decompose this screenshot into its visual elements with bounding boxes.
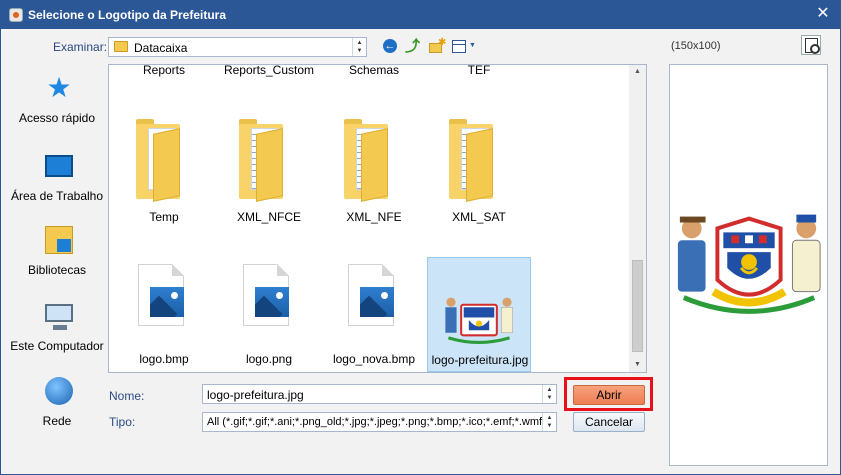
preview-toggle-button[interactable] — [801, 35, 821, 55]
back-button[interactable]: ← — [383, 39, 401, 55]
back-arrow-icon: ← — [383, 39, 397, 53]
combobox-spin-icon[interactable]: ▲ ▼ — [542, 385, 556, 403]
folder-icon — [449, 119, 501, 202]
window-title: Selecione o Logotipo da Prefeitura — [28, 8, 227, 22]
place-quick-access[interactable]: ★ Acesso rápido — [9, 74, 105, 144]
computer-icon — [45, 304, 73, 330]
item-label: XML_SAT — [452, 210, 506, 224]
place-this-computer[interactable]: Este Computador — [9, 302, 105, 372]
folder-item-temp[interactable]: Temp — [112, 119, 216, 229]
combobox-spin-icon[interactable]: ▲ ▼ — [352, 38, 366, 56]
sparkle-icon: ✱ — [438, 37, 447, 48]
item-label: logo.bmp — [139, 352, 189, 366]
open-button[interactable]: Abrir — [573, 385, 645, 405]
item-label: Reports_Custom — [223, 64, 315, 77]
item-label: logo-prefeitura.jpg — [431, 353, 529, 367]
place-desktop[interactable]: Área de Trabalho — [9, 152, 105, 222]
image-file-icon — [348, 264, 394, 326]
open-dialog-window: Selecione o Logotipo da Prefeitura ✕ Exa… — [0, 0, 841, 475]
file-type-label: Tipo: — [109, 415, 136, 429]
folder-icon — [136, 119, 188, 202]
scroll-up-icon[interactable]: ▲ — [629, 65, 646, 79]
item-label: Temp — [149, 210, 179, 224]
folder-icon — [344, 119, 396, 202]
crest-preview-image — [677, 214, 821, 314]
place-label: Acesso rápido — [18, 111, 96, 125]
file-list-scrollbar[interactable]: ▲ ▼ — [629, 65, 646, 372]
item-label: XML_NFE — [346, 210, 402, 224]
place-label: Área de Trabalho — [10, 189, 104, 203]
combobox-spin-icon[interactable]: ▲ ▼ — [542, 413, 556, 431]
new-folder-button[interactable]: ✱ — [428, 37, 447, 55]
file-name-value: logo-prefeitura.jpg — [207, 388, 304, 402]
title-bar[interactable]: Selecione o Logotipo da Prefeitura ✕ — [1, 1, 840, 29]
folder-icon — [239, 119, 291, 202]
look-in-combobox[interactable]: Datacaixa ▲ ▼ — [108, 37, 367, 57]
up-folder-button[interactable]: ⤴ — [405, 39, 423, 55]
up-arrow-icon: ⤴ — [405, 38, 421, 55]
item-label: Schemas — [348, 64, 400, 77]
scrollbar-thumb[interactable] — [632, 260, 643, 352]
item-label: XML_NFCE — [236, 210, 301, 224]
look-in-row: Examinar: Datacaixa ▲ ▼ ← ⤴ ✱ ▼ — [1, 37, 661, 57]
place-network[interactable]: Rede — [9, 377, 105, 447]
file-item-logo-nova-bmp[interactable]: logo_nova.bmp — [322, 260, 426, 372]
folder-item-xml-nfce[interactable]: XML_NFCE — [217, 119, 321, 229]
place-label: Rede — [42, 414, 72, 428]
chevron-down-icon: ▼ — [469, 42, 476, 49]
item-label: TEF — [467, 64, 491, 77]
cancel-button[interactable]: Cancelar — [573, 412, 645, 432]
file-list[interactable]: Reports Reports_Custom Schemas TEF Temp … — [108, 64, 647, 373]
folder-item-xml-sat[interactable]: XML_SAT — [427, 119, 531, 229]
image-file-icon — [243, 264, 289, 326]
item-label: logo.png — [245, 352, 293, 366]
file-name-combobox[interactable]: logo-prefeitura.jpg ▲ ▼ — [202, 384, 557, 404]
scroll-down-icon[interactable]: ▼ — [629, 358, 646, 372]
place-label: Este Computador — [10, 339, 104, 353]
network-globe-icon — [45, 377, 73, 405]
file-name-label: Nome: — [109, 389, 145, 403]
look-in-label: Examinar: — [53, 40, 108, 54]
folder-icon — [114, 41, 128, 52]
image-file-icon — [138, 264, 184, 326]
folder-item-xml-nfe[interactable]: XML_NFE — [322, 119, 426, 229]
libraries-icon — [45, 226, 73, 254]
view-menu-button[interactable]: ▼ — [451, 39, 477, 55]
close-icon[interactable]: ✕ — [814, 5, 832, 23]
image-preview-panel — [669, 64, 828, 466]
crest-thumbnail-icon — [445, 297, 513, 344]
place-label: Bibliotecas — [27, 263, 87, 277]
item-label: Reports — [142, 64, 186, 77]
quick-access-star-icon: ★ — [46, 72, 72, 103]
preview-size-label: (150x100) — [671, 40, 721, 52]
desktop-icon — [45, 155, 73, 177]
view-grid-icon — [452, 40, 466, 53]
look-in-value: Datacaixa — [134, 41, 188, 55]
file-item-logo-bmp[interactable]: logo.bmp — [112, 260, 216, 372]
place-libraries[interactable]: Bibliotecas — [9, 226, 105, 296]
file-type-value: All (*.gif;*.gif;*.ani;*.png_old;*.jpg;*… — [207, 416, 543, 428]
places-bar: ★ Acesso rápido Área de Trabalho Bibliot… — [9, 64, 105, 444]
file-item-logo-prefeitura-jpg[interactable]: logo-prefeitura.jpg — [427, 257, 531, 372]
app-icon — [9, 8, 23, 22]
file-type-combobox[interactable]: All (*.gif;*.gif;*.ani;*.png_old;*.jpg;*… — [202, 412, 557, 432]
item-label: logo_nova.bmp — [332, 352, 416, 366]
file-item-logo-png[interactable]: logo.png — [217, 260, 321, 372]
